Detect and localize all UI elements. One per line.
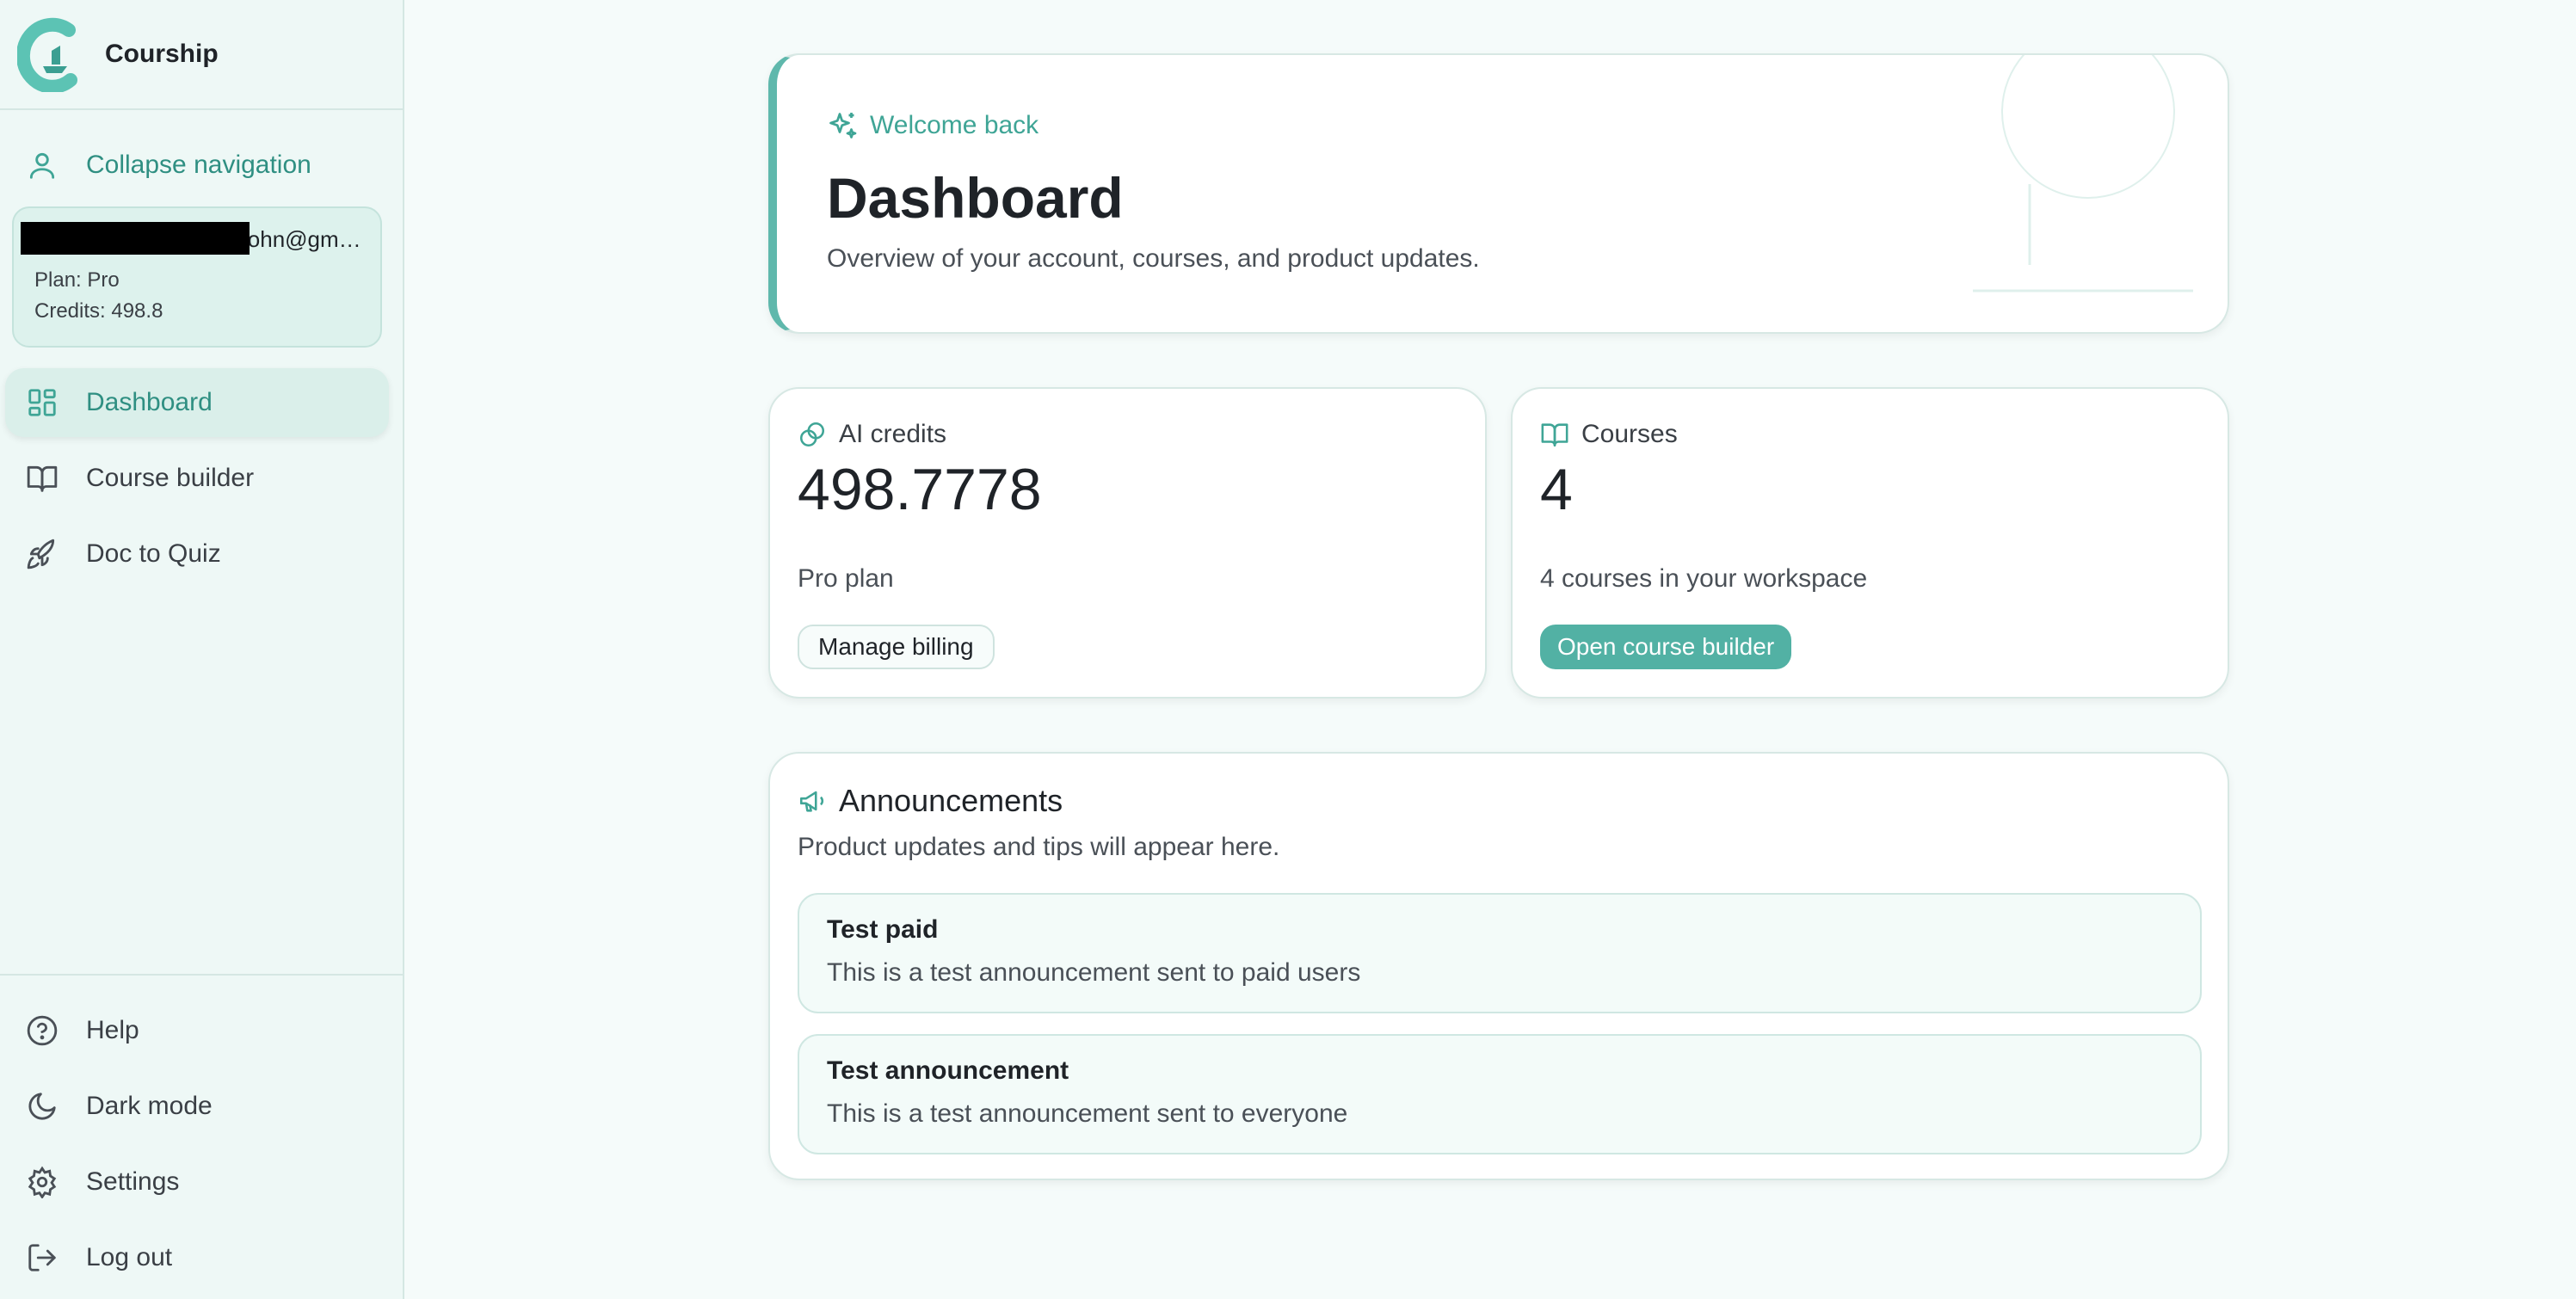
gear-icon <box>26 1166 71 1198</box>
logout-icon <box>26 1241 71 1274</box>
announcements-subtitle: Product updates and tips will appear her… <box>798 833 1280 861</box>
brand[interactable]: Courship <box>0 0 403 110</box>
account-plan: Plan: Pro <box>34 268 120 292</box>
courship-logo-icon <box>17 17 77 92</box>
sidebar-item-label: Doc to Quiz <box>86 539 221 568</box>
hero-decoration <box>1973 55 2193 292</box>
sparkles-icon <box>829 113 857 139</box>
credits-icon <box>799 422 825 447</box>
sidebar-item-label: Log out <box>86 1243 173 1271</box>
account-card[interactable]: john@gm… Plan: Pro Credits: 498.8 <box>12 206 382 348</box>
manage-billing-button[interactable]: Manage billing <box>798 625 995 669</box>
courses-header: Courses <box>1540 420 1678 449</box>
sidebar-item-doc-to-quiz[interactable]: Doc to Quiz <box>5 520 389 588</box>
plan-note: Pro plan <box>798 564 894 593</box>
sidebar-item-label: Dashboard <box>86 388 213 416</box>
rocket-icon <box>26 538 71 570</box>
sidebar: Courship Collapse navigation john@gm… Pl… <box>0 0 404 1299</box>
sidebar-item-dashboard[interactable]: Dashboard <box>5 368 389 437</box>
welcome-kicker: Welcome back <box>827 110 1038 141</box>
account-email: john@gm… <box>243 225 361 252</box>
collapse-navigation-label: Collapse navigation <box>86 151 311 179</box>
sidebar-item-label: Dark mode <box>86 1092 213 1120</box>
sidebar-item-label: Settings <box>86 1167 180 1196</box>
sidebar-divider <box>0 974 404 976</box>
ai-credits-card: AI credits 498.7778 Pro plan Manage bill… <box>768 387 1487 699</box>
page-subtitle: Overview of your account, courses, and p… <box>827 244 1480 273</box>
sidebar-item-label: Course builder <box>86 464 255 492</box>
megaphone-icon <box>799 791 824 812</box>
announcements-title: Announcements <box>839 783 1063 818</box>
book-icon <box>26 462 71 495</box>
courses-count: 4 <box>1540 457 1573 522</box>
sidebar-item-help[interactable]: Help <box>5 996 389 1065</box>
sidebar-item-course-builder[interactable]: Course builder <box>5 444 389 513</box>
open-course-builder-button[interactable]: Open course builder <box>1540 625 1792 669</box>
announcement-item[interactable]: Test announcement This is a test announc… <box>798 1034 2202 1154</box>
announcement-title: Test paid <box>827 915 939 944</box>
announcement-title: Test announcement <box>827 1056 1069 1085</box>
moon-icon <box>26 1090 71 1123</box>
redacted-name <box>21 222 250 255</box>
page-title: Dashboard <box>827 166 1124 230</box>
app-name: Courship <box>105 40 219 68</box>
announcements-header: Announcements <box>798 783 1063 819</box>
ai-credits-label: AI credits <box>839 420 947 448</box>
help-icon <box>26 1014 71 1047</box>
courses-card: Courses 4 4 courses in your workspace Op… <box>1511 387 2229 699</box>
sidebar-item-log-out[interactable]: Log out <box>5 1223 389 1292</box>
announcement-body: This is a test announcement sent to ever… <box>827 1099 1348 1128</box>
announcement-body: This is a test announcement sent to paid… <box>827 958 1361 987</box>
courses-note: 4 courses in your workspace <box>1540 564 1868 593</box>
ai-credits-value: 498.7778 <box>798 457 1042 522</box>
announcements-card: Announcements Product updates and tips w… <box>768 752 2229 1180</box>
dashboard-icon <box>26 386 71 419</box>
collapse-navigation-button[interactable]: Collapse navigation <box>5 131 389 200</box>
hero-card: Welcome back Dashboard Overview of your … <box>768 53 2229 334</box>
sidebar-item-dark-mode[interactable]: Dark mode <box>5 1072 389 1141</box>
ai-credits-header: AI credits <box>798 420 946 449</box>
announcement-item[interactable]: Test paid This is a test announcement se… <box>798 893 2202 1013</box>
user-icon <box>26 149 71 182</box>
account-credits: Credits: 498.8 <box>34 299 163 323</box>
book-icon <box>1541 423 1568 447</box>
sidebar-item-label: Help <box>86 1016 139 1044</box>
courses-label: Courses <box>1581 420 1678 448</box>
sidebar-item-settings[interactable]: Settings <box>5 1148 389 1216</box>
welcome-text: Welcome back <box>870 111 1039 139</box>
